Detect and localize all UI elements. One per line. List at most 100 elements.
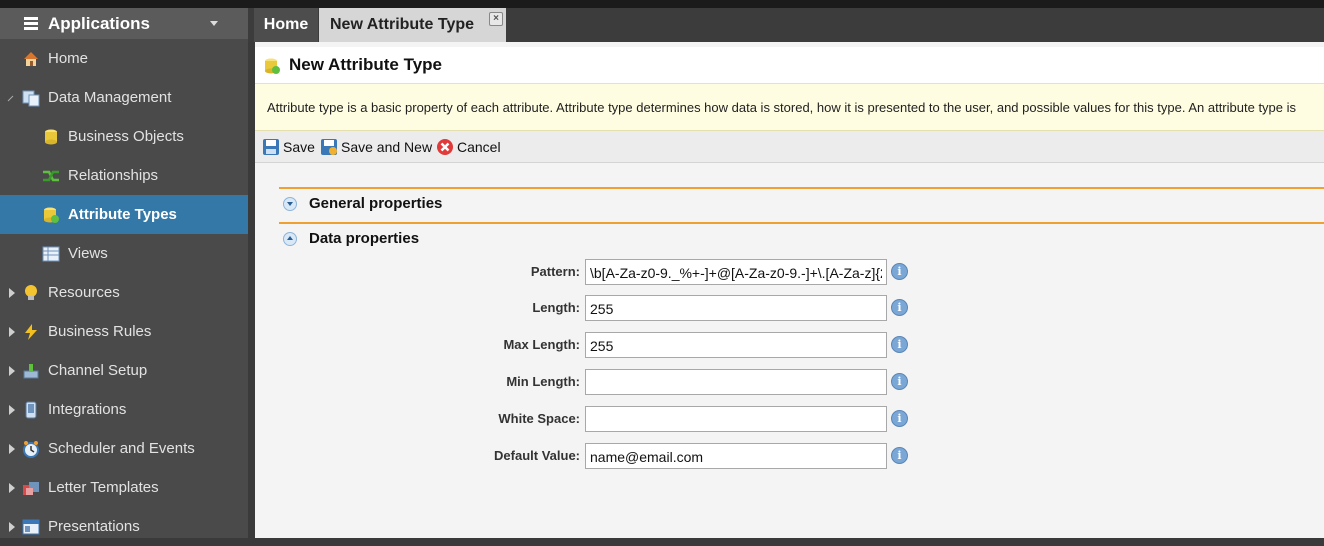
phone-icon [25,401,37,418]
page-title: New Attribute Type [289,55,443,74]
table-icon [42,246,60,261]
cancel-button[interactable]: Cancel [436,137,501,157]
save-and-new-button[interactable]: Save and New [320,137,432,157]
sidebar-item-label: Attribute Types [68,206,177,223]
hamburger-icon [24,17,38,30]
sidebar-item-presentations[interactable]: Presentations [0,507,248,546]
attribute-type-icon [265,58,280,74]
field-row-max-length: Max Length: i [255,332,955,358]
sidebar-item-label: Data Management [48,89,172,106]
save-and-new-label: Save and New [341,139,433,155]
data-management-icon [22,90,40,106]
page-header: New Attribute Type [255,47,1324,84]
field-row-length: Length: i [255,295,955,321]
save-button[interactable]: Save [262,137,315,157]
length-label: Length: [532,300,580,315]
sidebar-item-label: Channel Setup [48,362,148,379]
sidebar-item-home[interactable]: Home [0,39,248,78]
expand-arrow-icon[interactable] [9,405,15,415]
main-panel: New Attribute Type Attribute type is a b… [255,42,1324,538]
sidebar-item-label: Business Rules [48,323,152,340]
length-input[interactable] [585,295,887,321]
sidebar-item-views[interactable]: Views [0,234,248,273]
white-space-input[interactable] [585,406,887,432]
sidebar-item-label: Views [68,245,108,262]
section-general-properties[interactable]: General properties [283,195,442,212]
sidebar-item-letter-templates[interactable]: Letter Templates [0,468,248,507]
sidebar: Applications Home Data Management Busine… [0,8,248,538]
close-tab-icon[interactable]: × [489,12,503,26]
section-data-properties[interactable]: Data properties [283,230,419,247]
sidebar-item-scheduler-events[interactable]: Scheduler and Events [0,429,248,468]
presentation-icon [22,519,40,534]
tab-home[interactable]: Home [254,8,318,42]
clock-icon [23,440,39,458]
info-icon[interactable]: i [891,373,908,390]
house-icon [24,51,38,66]
field-row-white-space: White Space: i [255,406,955,432]
sidebar-item-label: Relationships [68,167,159,184]
pattern-input[interactable] [585,259,887,285]
field-row-min-length: Min Length: i [255,369,955,395]
sidebar-item-business-objects[interactable]: Business Objects [0,117,248,156]
applications-menu-header[interactable]: Applications [0,8,248,39]
expand-arrow-icon[interactable] [9,444,15,454]
info-icon[interactable]: i [891,263,908,280]
tab-new-attribute-type[interactable]: New Attribute Type × [319,8,506,42]
sidebar-item-label: Scheduler and Events [48,440,195,457]
section-divider [279,222,1324,224]
expand-arrow-icon[interactable] [9,288,15,298]
sidebar-item-label: Letter Templates [48,479,159,496]
field-row-default-value: Default Value: i [255,443,955,469]
max-length-input[interactable] [585,332,887,358]
sidebar-item-channel-setup[interactable]: Channel Setup [0,351,248,390]
info-text: Attribute type is a basic property of ea… [267,99,1297,115]
database-icon [45,129,57,144]
info-icon[interactable]: i [891,336,908,353]
top-strip [0,0,1324,8]
info-icon[interactable]: i [891,299,908,316]
expand-arrow-icon[interactable] [9,522,15,532]
floppy-disk-icon [263,139,279,155]
attribute-type-icon [44,207,59,223]
lightning-icon [25,323,37,340]
sidebar-item-attribute-types[interactable]: Attribute Types [0,195,248,234]
sidebar-item-integrations[interactable]: Integrations [0,390,248,429]
tab-bar: Home New Attribute Type × [248,8,1324,42]
white-space-label: White Space: [498,411,580,426]
tab-label: New Attribute Type [330,16,475,33]
expand-arrow-icon[interactable] [9,483,15,493]
min-length-input[interactable] [585,369,887,395]
cancel-icon [437,139,453,155]
default-value-input[interactable] [585,443,887,469]
min-length-label: Min Length: [506,374,580,389]
info-icon[interactable]: i [891,447,908,464]
expand-icon[interactable] [283,196,297,211]
cancel-label: Cancel [457,139,501,155]
sidebar-item-label: Resources [48,284,120,301]
expanded-arrow-icon[interactable] [7,95,14,102]
sidebar-header-title: Applications [48,13,151,33]
collapse-icon[interactable] [283,231,297,246]
channel-icon [23,363,39,378]
save-label: Save [283,139,315,155]
max-length-label: Max Length: [503,337,580,352]
sidebar-item-label: Presentations [48,518,140,535]
section-title: General properties [309,195,443,212]
pattern-label: Pattern: [530,264,580,279]
info-icon[interactable]: i [891,410,908,427]
sidebar-item-label: Integrations [48,401,127,418]
sidebar-item-relationships[interactable]: Relationships [0,156,248,195]
sidebar-item-business-rules[interactable]: Business Rules [0,312,248,351]
caret-down-icon[interactable] [210,21,218,26]
sidebar-item-label: Business Objects [68,128,184,145]
letter-templates-icon [23,481,39,495]
expand-arrow-icon[interactable] [9,366,15,376]
save-and-new-icon [321,139,337,155]
toolbar: Save Save and New Cancel [255,131,1324,163]
relationships-icon [43,170,59,181]
section-divider [279,187,1324,189]
expand-arrow-icon[interactable] [9,327,15,337]
sidebar-item-resources[interactable]: Resources [0,273,248,312]
sidebar-item-data-management[interactable]: Data Management [0,78,248,117]
